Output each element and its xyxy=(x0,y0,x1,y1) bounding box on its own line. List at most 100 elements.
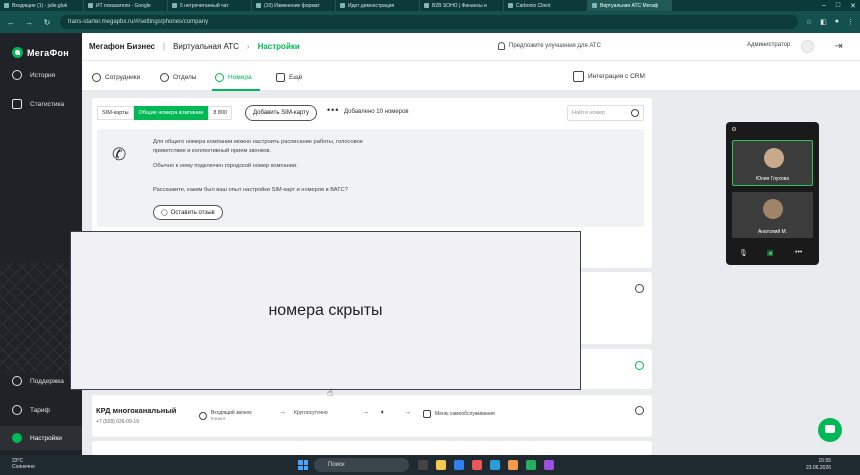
flow-step-incoming: Входящий звонок Клиент xyxy=(199,410,252,421)
participant-tile[interactable]: Юлия Глухова xyxy=(732,140,813,186)
number-row-card: КРД многоканальный +7 (928) 036-09-19 Вх… xyxy=(92,395,652,437)
extensions-icon[interactable]: ◧ xyxy=(820,18,827,26)
arrow-right-icon: → xyxy=(279,409,286,416)
participant-avatar xyxy=(763,199,783,219)
filter-company-numbers[interactable]: Общие номера компании xyxy=(133,106,209,120)
filter-8800[interactable]: 8 800 xyxy=(208,106,233,120)
browser-tab[interactable]: B2B SOHO | Финансы и xyxy=(420,0,504,11)
breadcrumb: Мегафон Бизнес | Виртуальная АТС › Настр… xyxy=(82,42,300,51)
number-name: КРД многоканальный xyxy=(96,406,177,415)
forward-icon[interactable]: → xyxy=(24,18,34,27)
star-icon[interactable]: ☆ xyxy=(806,18,812,26)
browser-tab[interactable]: Входящие (1) - julie.gluk xyxy=(0,0,84,11)
browser-tab[interactable]: Carbonio Client xyxy=(504,0,588,11)
telegram-icon[interactable] xyxy=(490,460,500,470)
tab-favicon-icon xyxy=(508,3,513,8)
phone-ring-icon: ✆ xyxy=(112,145,127,164)
tab-favicon-icon xyxy=(88,3,93,8)
tab-numbers[interactable]: Номера xyxy=(215,69,252,85)
info-text: Для общего номера компании можно настрои… xyxy=(153,139,363,145)
more-options-icon[interactable]: ••• xyxy=(327,105,339,115)
support-icon xyxy=(12,376,22,386)
puzzle-icon xyxy=(573,71,584,82)
settings-icon xyxy=(12,433,22,443)
more-icon[interactable]: ••• xyxy=(795,249,802,256)
active-tab-indicator xyxy=(212,89,260,91)
participant-avatar xyxy=(764,148,784,168)
crm-integration-link[interactable]: Интеграция с CRM xyxy=(573,71,645,82)
url-field[interactable]: trans-starter.megapbx.ru/#/settings/phon… xyxy=(60,15,798,29)
support-chat-button[interactable] xyxy=(818,418,842,442)
phone-number: +7 (928) 036-09-19 xyxy=(96,419,139,425)
task-view-icon[interactable] xyxy=(418,460,428,470)
microphone-icon[interactable]: 🎙︎ xyxy=(739,249,748,257)
tab-favicon-icon xyxy=(256,3,261,8)
megafon-logo[interactable]: МегаФон xyxy=(0,33,82,63)
search-input[interactable]: Найти номер xyxy=(567,105,644,121)
close-icon[interactable]: ✕ xyxy=(850,2,856,10)
tab-employees[interactable]: Сотрудники xyxy=(92,69,140,85)
sidebar-item-history[interactable]: История xyxy=(0,63,82,87)
sidebar-item-tariff[interactable]: Тариф xyxy=(0,398,82,422)
browser-actions: ☆ ◧ ● ⋮ xyxy=(806,18,854,26)
profile-icon[interactable]: ● xyxy=(835,18,839,26)
weather-widget[interactable]: 23°C Солнечно xyxy=(12,458,35,470)
back-icon[interactable]: ← xyxy=(6,18,16,27)
browser-tab[interactable]: (10) Изменение формат xyxy=(252,0,336,11)
leave-feedback-button[interactable]: ◯ Оставить отзыв xyxy=(153,205,223,220)
tariff-icon xyxy=(12,405,22,415)
breadcrumb-vats[interactable]: Виртуальная АТС xyxy=(173,42,239,51)
address-bar: ← → ↻ trans-starter.megapbx.ru/#/setting… xyxy=(0,11,860,33)
suggest-improvement-link[interactable]: Предложите улучшения для АТС xyxy=(498,42,601,50)
info-banner: ✆ Для общего номера компании можно настр… xyxy=(97,129,644,227)
sidebar-item-settings[interactable]: Настройки xyxy=(0,426,82,450)
taskbar-search[interactable]: Поиск xyxy=(314,458,409,472)
avatar[interactable] xyxy=(801,40,814,53)
gear-icon[interactable] xyxy=(635,284,644,293)
camera-dot-icon xyxy=(732,127,736,131)
screen-share-icon[interactable]: ▣ xyxy=(767,249,774,257)
arrow-right-icon: → xyxy=(362,409,369,416)
add-sim-button[interactable]: Добавить SIM-карту xyxy=(245,105,317,121)
app-icon[interactable] xyxy=(508,460,518,470)
added-count: Добавлено 10 номеров xyxy=(344,109,409,115)
participant-tile[interactable]: Анатолий М. xyxy=(732,192,813,238)
megafon-logo-icon xyxy=(12,47,23,58)
departments-icon xyxy=(160,72,169,82)
chrome-icon[interactable] xyxy=(454,460,464,470)
breadcrumb-business[interactable]: Мегафон Бизнес xyxy=(89,42,155,51)
user-icon xyxy=(92,72,101,82)
info-text: Обычно к нему подключен городской номер … xyxy=(153,163,298,169)
reload-icon[interactable]: ↻ xyxy=(42,18,52,27)
ivr-menu-icon xyxy=(423,410,431,418)
menu-icon[interactable]: ⋮ xyxy=(847,18,854,26)
browser-tab[interactable]: ИТ показатели - Google xyxy=(84,0,168,11)
app-icon[interactable] xyxy=(544,460,554,470)
user-name[interactable]: Администратор xyxy=(747,42,790,48)
browser-tab[interactable]: Идет демонстрация xyxy=(336,0,420,11)
maximize-icon[interactable]: □ xyxy=(836,2,840,9)
tab-departments[interactable]: Отделы xyxy=(160,69,196,85)
windows-taskbar: 23°C Солнечно Поиск 15:55 23.06.2026 xyxy=(0,455,860,475)
yandex-icon[interactable] xyxy=(472,460,482,470)
browser-tab-active[interactable]: Виртуальная АТС Мегаф xyxy=(588,0,672,11)
search-icon[interactable] xyxy=(631,109,639,117)
browser-tab[interactable]: 5 нетрочитанный чат xyxy=(168,0,252,11)
tab-more[interactable]: Ещё xyxy=(276,69,302,85)
gear-icon[interactable] xyxy=(635,361,644,370)
sidebar-item-statistics[interactable]: Статистика xyxy=(0,92,82,116)
gear-icon[interactable] xyxy=(635,406,644,415)
whatsapp-icon[interactable] xyxy=(526,460,536,470)
system-clock[interactable]: 15:55 23.06.2026 xyxy=(806,458,831,472)
phone-icon xyxy=(215,72,224,82)
file-explorer-icon[interactable] xyxy=(436,460,446,470)
logout-icon[interactable]: ⇥ xyxy=(832,40,845,53)
user-icon xyxy=(199,411,207,420)
windows-start-icon[interactable] xyxy=(298,460,308,470)
arrow-right-icon: → xyxy=(404,409,411,416)
filter-sim-cards[interactable]: SIM-карты xyxy=(97,106,134,120)
tab-favicon-icon xyxy=(424,3,429,8)
number-row-card xyxy=(92,441,652,455)
info-text: приветствие и коллективный прием звонков… xyxy=(153,148,272,154)
minimize-icon[interactable]: – xyxy=(822,2,826,9)
